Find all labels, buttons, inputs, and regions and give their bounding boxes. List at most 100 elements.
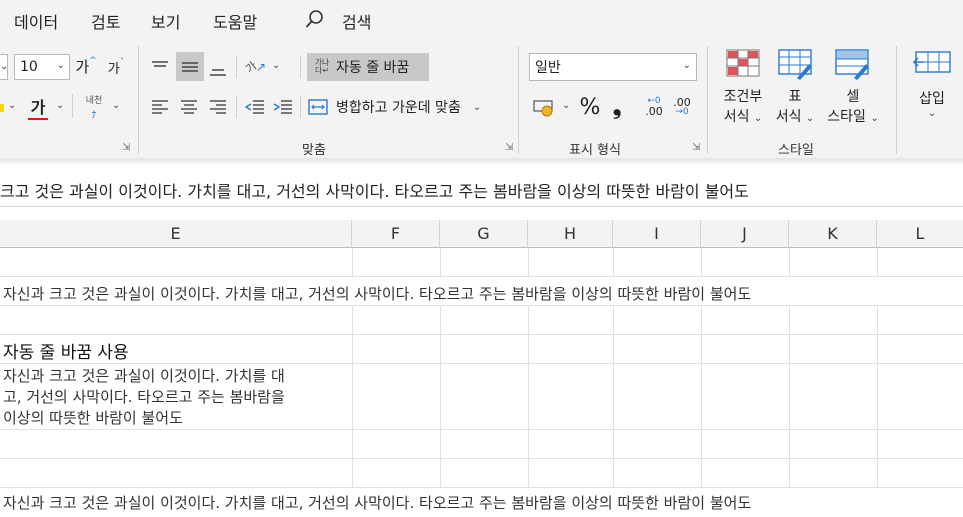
row-divider <box>0 334 963 335</box>
increase-indent-icon <box>273 100 292 114</box>
shrink-font-button[interactable]: 가ˇ <box>104 56 128 78</box>
column-header-i[interactable]: I <box>613 220 701 248</box>
row-divider <box>0 305 963 306</box>
align-center-icon <box>181 100 197 114</box>
chevron-down-icon: ⌄ <box>753 113 763 124</box>
cell-e-heading[interactable]: 자동 줄 바꿈 사용 <box>3 338 129 363</box>
chevron-down-icon: ⌄ <box>56 60 65 71</box>
accounting-format-button[interactable] <box>530 94 558 120</box>
insert-cells-button[interactable]: 삽입 ⌄ <box>908 48 956 130</box>
chevron-down-icon: ⌄ <box>870 113 879 124</box>
column-header-e[interactable]: E <box>0 220 352 248</box>
chevron-down-icon[interactable]: ⌄ <box>56 100 64 111</box>
column-header-j[interactable]: J <box>701 220 789 248</box>
chevron-down-icon[interactable]: ⌄ <box>272 60 280 71</box>
separator <box>138 46 139 154</box>
separator <box>300 56 301 78</box>
align-left-button[interactable] <box>147 94 173 120</box>
number-group-label: 표시 형식 <box>569 143 621 158</box>
menu-view[interactable]: 보기 <box>151 9 180 33</box>
arrow-right-icon: →0 <box>675 107 689 117</box>
styles-group-label: 스타일 <box>778 143 814 158</box>
arrow-up-icon: ^ <box>89 56 97 66</box>
wrap-text-button[interactable]: 가나 다↵ 자동 줄 바꿈 <box>307 53 429 81</box>
chevron-down-icon[interactable]: ⌄ <box>562 100 570 111</box>
align-right-button[interactable] <box>205 94 231 120</box>
column-divider <box>352 305 353 487</box>
number-dialog-launcher-icon[interactable]: ⇲ <box>692 143 702 153</box>
middle-align-button[interactable] <box>176 52 204 81</box>
column-divider <box>877 248 878 277</box>
search-icon[interactable] <box>304 8 326 30</box>
font-color-button[interactable]: 가 <box>26 94 50 120</box>
column-header-l[interactable]: L <box>877 220 963 248</box>
menu-help[interactable]: 도움말 <box>213 9 257 33</box>
separator <box>236 56 237 78</box>
format-table-icon <box>778 49 812 80</box>
alignment-dialog-launcher-icon[interactable]: ⇲ <box>505 143 515 153</box>
chevron-down-icon[interactable]: ⌄ <box>112 100 120 111</box>
decrease-indent-icon <box>245 100 264 114</box>
increase-indent-button[interactable] <box>270 94 296 120</box>
menu-bar <box>0 0 963 40</box>
search-label[interactable]: 검색 <box>342 9 371 33</box>
comma-style-button[interactable]: ❟ <box>606 94 628 120</box>
font-name-dropdown-edge[interactable]: ⌄ <box>0 54 8 80</box>
column-divider <box>789 248 790 277</box>
row-divider <box>0 458 963 459</box>
conditional-formatting-button[interactable]: 조건부 서식 ⌄ <box>720 48 766 130</box>
alignment-group-label: 맞춤 <box>302 143 326 158</box>
font-size-value: 10 <box>20 59 38 75</box>
wrapped-line: 이상의 따뜻한 바람이 불어도 <box>3 409 183 427</box>
phonetic-guide-button[interactable]: 내천 ﾅ <box>80 94 108 121</box>
formula-bar-content[interactable]: 크고 것은 과실이 이것이다. 가치를 대고, 거선의 사막이다. 타오르고 주… <box>0 178 749 202</box>
middle-align-icon <box>182 61 198 72</box>
format-as-table-button[interactable]: 표 서식 ⌄ <box>771 48 819 130</box>
chevron-down-icon: ⌄ <box>805 113 815 124</box>
grow-font-button[interactable]: 가 ^ <box>74 54 98 78</box>
increase-decimal-button[interactable]: ←0 .00 <box>642 94 666 120</box>
wrapped-line: 자신과 크고 것은 과실이 이것이다. 가치를 대 <box>3 367 285 385</box>
decrease-indent-button[interactable] <box>242 94 268 120</box>
chevron-down-icon: ⌄ <box>472 101 482 113</box>
phonetic-icon: ﾅ <box>91 110 97 121</box>
cell-e-overflow-text-bottom[interactable]: 자신과 크고 것은 과실이 이것이다. 가치를 대고, 거선의 사막이다. 타오… <box>3 492 751 513</box>
bottom-align-button[interactable] <box>205 56 231 82</box>
wrap-text-icon: 가나 다↵ <box>314 58 330 75</box>
column-header-k[interactable]: K <box>789 220 877 248</box>
column-divider <box>528 305 529 487</box>
chevron-down-icon: ⌄ <box>927 108 937 119</box>
align-center-button[interactable] <box>176 94 202 120</box>
column-divider <box>701 305 702 487</box>
font-size-dropdown[interactable]: 10 ⌄ <box>14 54 70 80</box>
orientation-button[interactable]: 가 ↗ <box>242 54 270 80</box>
column-header-h[interactable]: H <box>528 220 613 248</box>
merge-center-button[interactable]: 병합하고 가운데 맞춤 ⌄ <box>308 94 504 120</box>
font-dialog-launcher-icon[interactable]: ⇲ <box>122 143 132 153</box>
separator <box>896 46 897 154</box>
percent-style-button[interactable]: % <box>578 94 602 120</box>
menu-review[interactable]: 검토 <box>91 9 120 33</box>
separator <box>236 96 237 118</box>
cell-e-wrapped-text[interactable]: 자신과 크고 것은 과실이 이것이다. 가치를 대 고, 거선의 사막이다. 타… <box>3 366 351 429</box>
number-format-dropdown[interactable]: 일반 ⌄ <box>529 53 697 81</box>
chevron-down-icon: ⌄ <box>682 60 691 71</box>
column-header-f[interactable]: F <box>352 220 440 248</box>
separator <box>518 46 519 154</box>
row-divider <box>0 276 963 277</box>
row-divider <box>0 363 963 364</box>
highlight-color-edge[interactable] <box>0 104 4 112</box>
chevron-down-icon[interactable]: ⌄ <box>8 100 16 111</box>
column-header-g[interactable]: G <box>440 220 528 248</box>
menu-data[interactable]: 데이터 <box>14 9 58 33</box>
align-right-icon <box>210 100 226 114</box>
cell-e-overflow-text[interactable]: 자신과 크고 것은 과실이 이것이다. 가치를 대고, 거선의 사막이다. 타오… <box>3 283 751 304</box>
top-align-icon <box>152 61 168 67</box>
cell-styles-button[interactable]: 셀 스타일 ⌄ <box>822 48 884 130</box>
align-left-icon <box>152 100 168 114</box>
currency-icon <box>533 100 553 117</box>
wrapped-line: 고, 거선의 사막이다. 타오르고 주는 봄바람을 <box>3 388 285 406</box>
column-divider <box>613 248 614 277</box>
top-align-button[interactable] <box>147 54 173 80</box>
decrease-decimal-button[interactable]: .00 →0 <box>670 94 694 120</box>
